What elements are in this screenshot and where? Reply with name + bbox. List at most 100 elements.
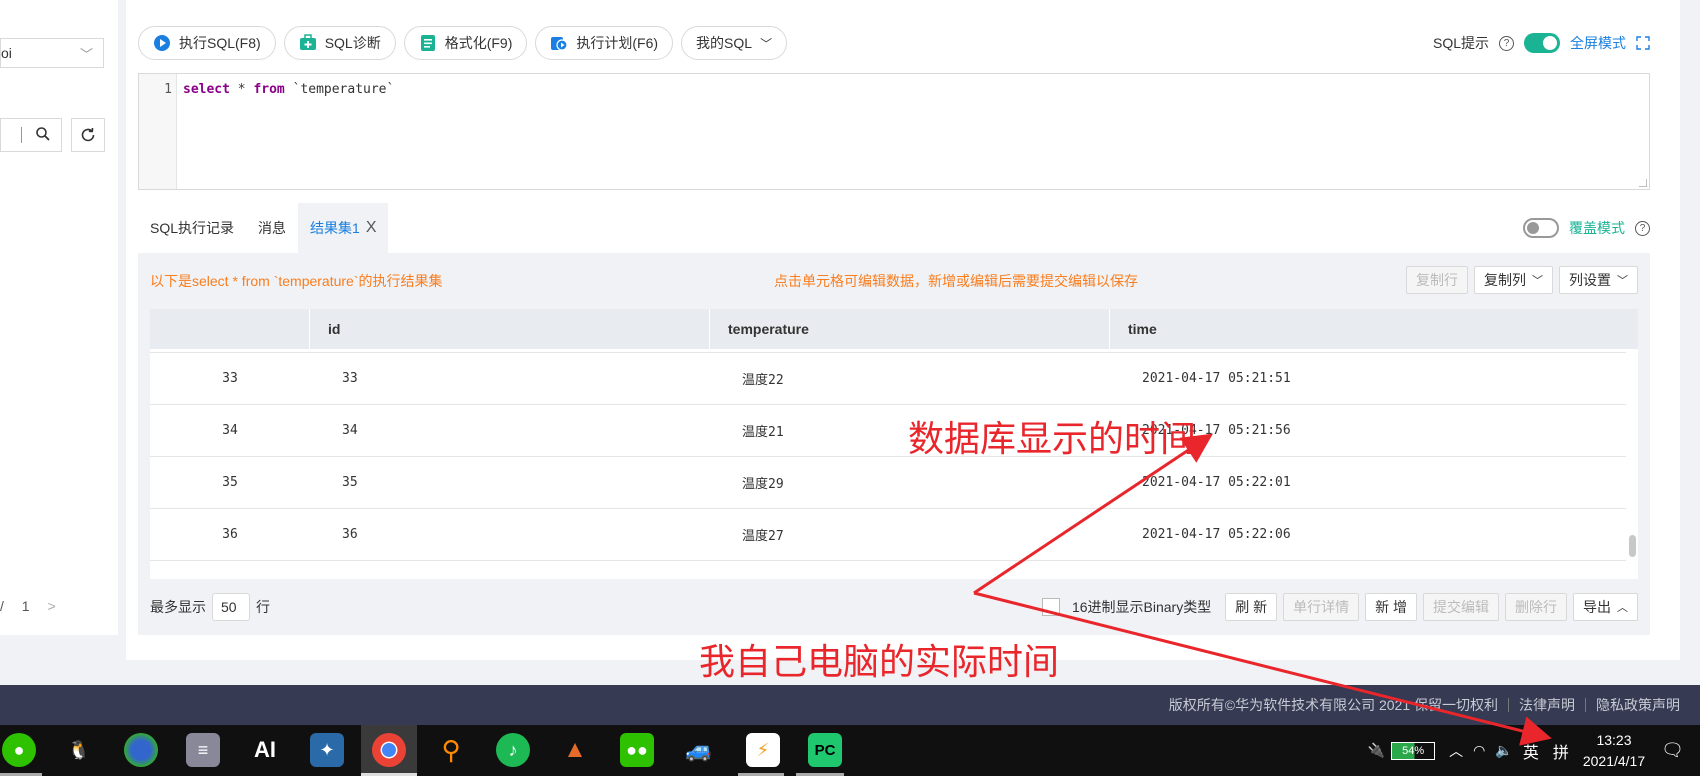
cell-id[interactable]: 34 [310,423,710,438]
tab-label: 结果集1 [310,220,360,236]
help-icon[interactable]: ? [1635,220,1650,236]
export-button[interactable]: 导出 ︿ [1573,593,1638,621]
column-header-id[interactable]: id [310,309,710,349]
row-detail-button[interactable]: 单行详情 [1283,593,1360,621]
annotation-pc-time: 我自己电脑的实际时间 [699,642,1060,683]
sql-hint-label: SQL提示 [1432,35,1489,51]
ime-indicator[interactable]: 英 [1523,739,1539,763]
refresh-button[interactable]: 刷 新 [1225,593,1278,621]
sql-diagnose-button[interactable]: SQL诊断 [283,26,396,60]
submit-edit-button[interactable]: 提交编辑 [1423,593,1499,621]
grid-footer-actions: 16进制显示Binary类型 刷 新 单行详情 新 增 提交编辑 删除行 导出 ︿ [1041,593,1638,621]
cell-time[interactable]: 2021-04-17 05:22:01 [1142,475,1291,490]
cover-mode-toggle[interactable] [1523,218,1559,238]
legal-link[interactable]: 法律声明 [1519,695,1575,715]
wifi-icon[interactable]: ◠ [1473,742,1485,759]
copy-column-button[interactable]: 复制列 ﹀ [1474,266,1553,294]
matlab-icon[interactable]: ▲ [558,733,592,767]
chevron-down-icon: ﹀ [1532,275,1543,287]
qq-icon[interactable]: 🐧 [62,733,96,767]
sql-editor[interactable]: 1 select * from `temperature` [138,73,1650,190]
vpn-app-icon[interactable]: ✦ [310,733,344,767]
sql-toolbar: 执行SQL(F8) SQL诊断 格式化(F9) 执行计划(F6) 我的SQL ﹀ [138,26,788,60]
tab-messages[interactable]: 消息 [246,203,298,253]
clock-time: 13:23 [1596,731,1632,748]
system-clock[interactable]: 13:23 2021/4/17 [1583,730,1645,772]
cell-id[interactable]: 35 [310,475,710,490]
tab-sql-history[interactable]: SQL执行记录 [138,203,246,253]
browser-globe-icon[interactable] [124,733,158,767]
cell-time[interactable]: 2021-04-17 05:22:06 [1142,527,1291,542]
row-number: 35 [222,475,238,490]
table-row[interactable]: 33 33 温度22 2021-04-17 05:21:51 [150,353,1626,405]
object-search-input[interactable] [0,118,62,152]
music-icon[interactable]: ♪ [496,733,530,767]
chevron-down-icon: ﹀ [1617,275,1628,287]
wechat-work-icon[interactable]: ● [2,733,36,767]
delete-row-label: 删除行 [1515,599,1557,615]
copyright-text: 版权所有©华为软件技术有限公司 2021 保留一切权利 [1168,697,1498,713]
database-select[interactable]: oi ﹀ [0,38,104,68]
fullscreen-link[interactable]: 全屏模式 [1570,33,1626,53]
chevron-right-icon[interactable]: > [47,598,55,614]
tab-label: 消息 [258,220,287,236]
plan-icon [551,37,568,51]
column-header-time[interactable]: time [1110,309,1638,349]
chevron-up-icon[interactable]: ︿ [1449,741,1463,761]
row-detail-label: 单行详情 [1293,599,1350,615]
keyword-from: from [253,82,285,97]
divider [1585,698,1586,712]
close-icon[interactable]: X [366,219,377,237]
annotation-db-time: 数据库显示的时间 [908,419,1197,460]
power-plug-icon[interactable]: 🔌 [1368,742,1385,759]
copy-row-button[interactable]: 复制行 [1406,266,1468,294]
my-sql-dropdown[interactable]: 我的SQL ﹀ [681,26,788,60]
ai-app-icon[interactable]: AI [248,733,282,767]
cell-id[interactable]: 33 [310,371,710,386]
cell-temperature[interactable]: 温度22 [710,369,1142,388]
sql-code-line[interactable]: select * from `temperature` [183,82,394,97]
wechat-icon[interactable]: ●● [620,733,654,767]
help-icon[interactable]: ? [1499,35,1514,51]
battery-indicator[interactable]: 54% [1391,741,1436,760]
execution-plan-button[interactable]: 执行计划(F6) [535,26,674,60]
car-app-icon[interactable]: 🚙 [682,733,716,767]
cell-time[interactable]: 2021-04-17 05:21:51 [1142,371,1291,386]
result-info: 以下是select * from `temperature`的执行结果集 [150,273,443,289]
delete-row-button[interactable]: 删除行 [1505,593,1567,621]
add-row-button[interactable]: 新 增 [1365,593,1417,621]
volume-icon[interactable]: 🔈 [1495,742,1512,759]
submit-edit-label: 提交编辑 [1433,599,1489,615]
expand-icon[interactable] [1636,36,1650,50]
resize-handle-icon[interactable] [1639,179,1647,187]
hex-binary-label: 16进制显示Binary类型 [1071,599,1212,615]
editor-right-tools: SQL提示 ? 全屏模式 [1433,33,1650,53]
tab-result-set-1[interactable]: 结果集1 X [298,203,389,253]
notes-app-icon[interactable]: ≡ [186,733,220,767]
column-settings-button[interactable]: 列设置 ﹀ [1559,266,1638,294]
cell-id[interactable]: 36 [310,527,710,542]
search-tool-icon[interactable]: ⚲ [434,733,468,767]
table-row[interactable]: 35 35 温度29 2021-04-17 05:22:01 [150,457,1626,509]
refresh-button[interactable] [71,118,105,152]
notification-icon[interactable]: 🗨 [1661,740,1684,761]
hex-binary-checkbox[interactable] [1041,598,1060,616]
execute-sql-button[interactable]: 执行SQL(F8) [138,26,276,60]
vertical-scrollbar[interactable] [1629,535,1636,557]
package-app-icon[interactable]: ⚡ [746,733,780,767]
table-row[interactable]: 36 36 温度27 2021-04-17 05:22:06 [150,509,1626,561]
column-header-temperature[interactable]: temperature [710,309,1110,349]
cell-temperature[interactable]: 温度27 [710,525,1142,544]
search-icon[interactable] [35,126,51,145]
max-rows-input[interactable]: 50 [212,593,250,621]
pycharm-icon[interactable]: PC [808,733,842,767]
sql-hint-toggle[interactable] [1524,33,1560,53]
format-button[interactable]: 格式化(F9) [403,26,528,60]
ime-mode-icon[interactable]: 拼 [1553,739,1569,763]
cell-temperature[interactable]: 温度29 [710,473,1142,492]
chrome-icon[interactable] [372,733,406,767]
add-row-label: 新 增 [1375,599,1407,615]
table-row[interactable]: 34 34 温度21 2021-04-17 05:21:56 [150,405,1626,457]
privacy-link[interactable]: 隐私政策声明 [1596,695,1680,715]
database-select-value: oi [1,45,12,61]
